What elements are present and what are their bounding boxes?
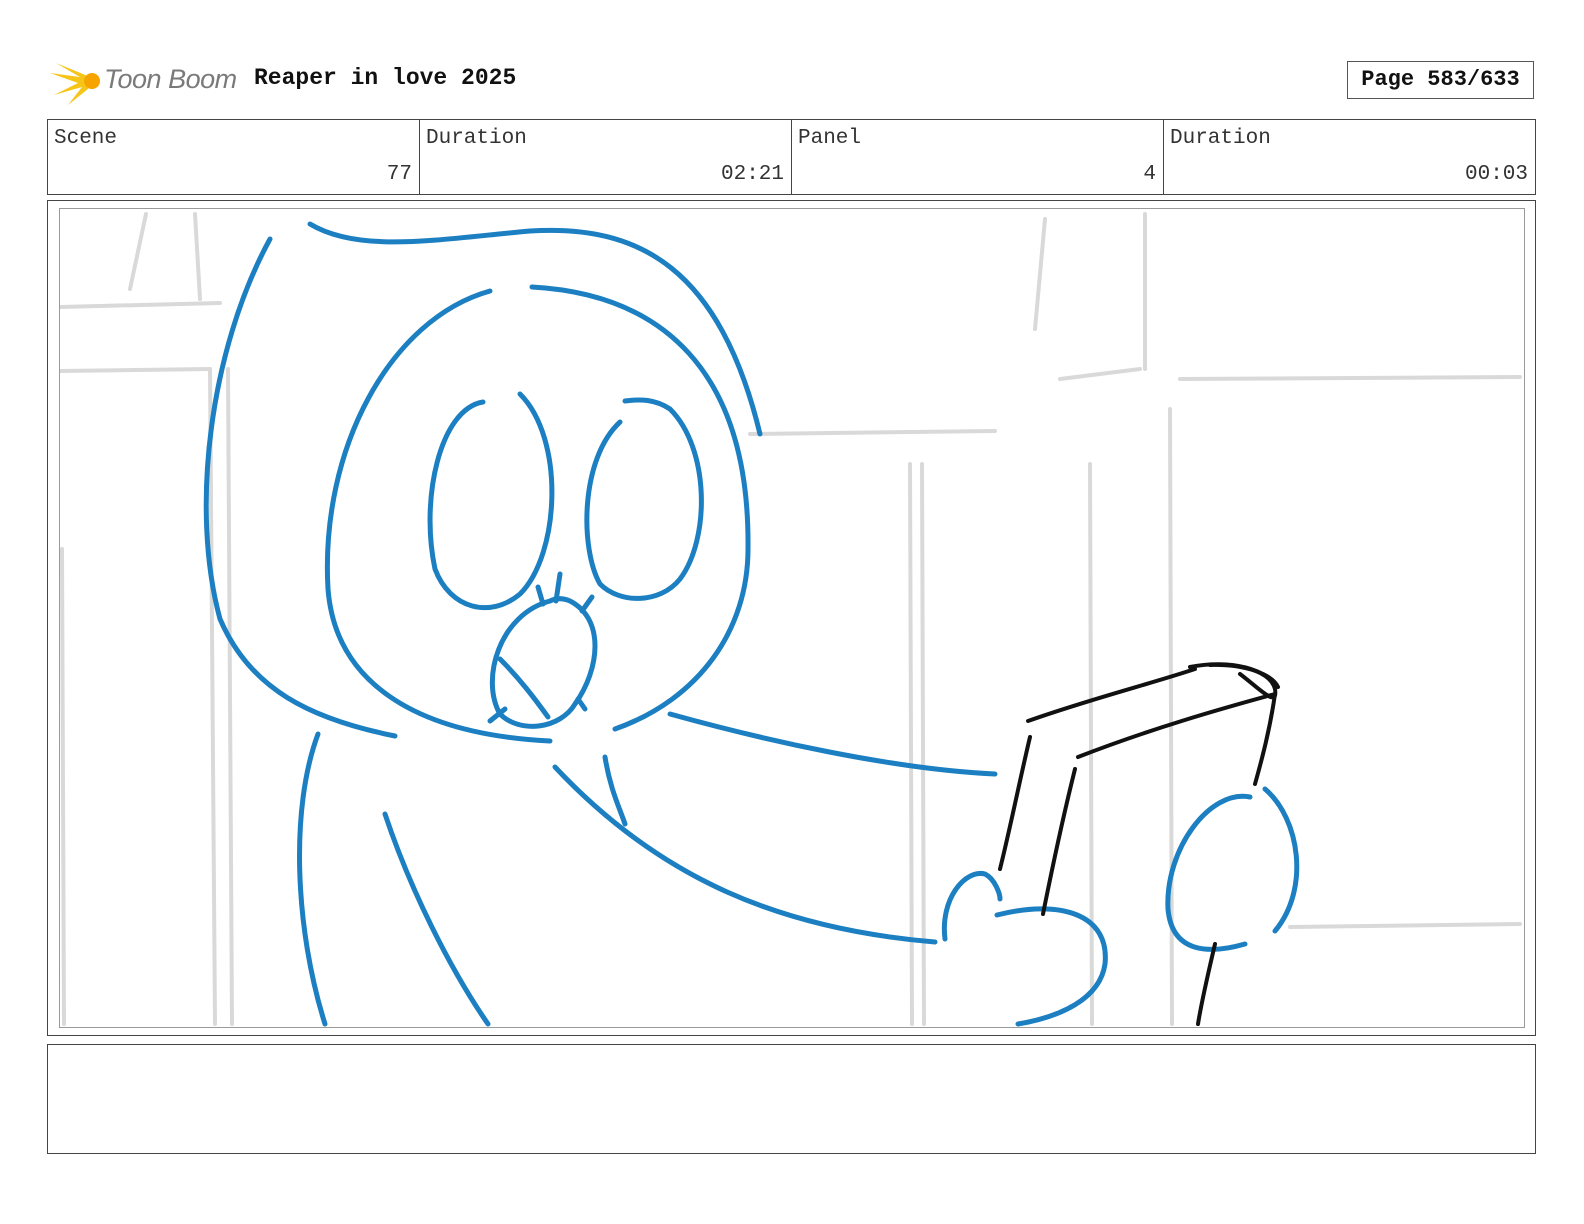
scene-duration-cell: Duration 02:21 [420, 120, 792, 194]
background-sketch [60, 212, 1522, 1026]
storyboard-panel-frame [47, 200, 1536, 1036]
project-title: Reaper in love 2025 [254, 65, 517, 91]
phone-sketch [998, 662, 1280, 1026]
scene-cell: Scene 77 [48, 120, 420, 194]
panel-cell: Panel 4 [792, 120, 1164, 194]
toon-boom-logo: Toon Boom [50, 55, 240, 107]
panel-notes-box [47, 1044, 1536, 1154]
toon-boom-star-icon [50, 63, 100, 105]
panel-duration-value: 00:03 [1464, 163, 1528, 186]
scene-label: Scene [54, 127, 118, 150]
scene-duration-label: Duration [426, 127, 527, 150]
logo-text: Toon Boom [104, 64, 237, 94]
page-number: Page 583/633 [1347, 61, 1534, 99]
scene-value: 77 [386, 163, 412, 186]
panel-label: Panel [798, 127, 862, 150]
character-sketch [203, 221, 1300, 1027]
panel-duration-cell: Duration 00:03 [1164, 120, 1535, 194]
scene-info-table: Scene 77 Duration 02:21 Panel 4 Duration… [47, 119, 1536, 195]
scene-duration-value: 02:21 [720, 163, 784, 186]
storyboard-sketch [60, 212, 1522, 1027]
storyboard-panel-image [59, 208, 1525, 1028]
panel-value: 4 [1143, 163, 1156, 186]
panel-duration-label: Duration [1170, 127, 1271, 150]
